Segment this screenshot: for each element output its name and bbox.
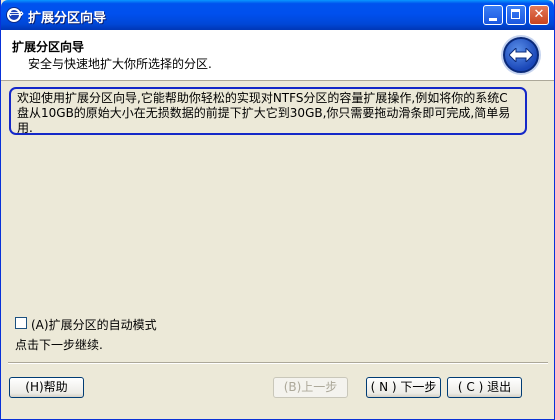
auto-mode-label[interactable]: (A)扩展分区的自动模式 [31, 316, 157, 333]
next-button[interactable]: ( N ) 下一步 [366, 377, 441, 398]
minimize-button[interactable] [483, 5, 503, 25]
window-title: 扩展分区向导 [28, 11, 107, 26]
minimize-icon [489, 18, 497, 21]
auto-mode-checkbox[interactable] [15, 317, 27, 329]
maximize-icon [511, 9, 520, 19]
partition-wizard-icon [6, 7, 24, 23]
help-button[interactable]: (H)帮助 [9, 377, 84, 398]
extend-arrows-icon [503, 37, 539, 73]
back-button[interactable]: (B)上一步 [273, 377, 348, 398]
exit-button[interactable]: ( C ) 退出 [447, 377, 522, 398]
maximize-button[interactable] [506, 5, 526, 25]
wizard-window: 扩展分区向导 ✕ 扩展分区向导 安全与快速地扩大你所选择的分区. 欢迎使用扩展分… [0, 0, 555, 420]
close-icon: ✕ [533, 7, 545, 22]
next-hint-text: 点击下一步继续. [15, 338, 103, 352]
title-bar[interactable]: 扩展分区向导 ✕ [1, 0, 554, 30]
intro-text: 欢迎使用扩展分区向导,它能帮助你轻松的实现对NTFS分区的容量扩展操作,例如将你… [17, 91, 511, 135]
page-subtitle: 安全与快速地扩大你所选择的分区. [28, 57, 212, 71]
wizard-header: 扩展分区向导 安全与快速地扩大你所选择的分区. [1, 30, 554, 81]
intro-text-box: 欢迎使用扩展分区向导,它能帮助你轻松的实现对NTFS分区的容量扩展操作,例如将你… [9, 87, 527, 135]
button-divider [8, 362, 548, 364]
page-title: 扩展分区向导 [12, 40, 85, 54]
close-button[interactable]: ✕ [529, 5, 549, 25]
